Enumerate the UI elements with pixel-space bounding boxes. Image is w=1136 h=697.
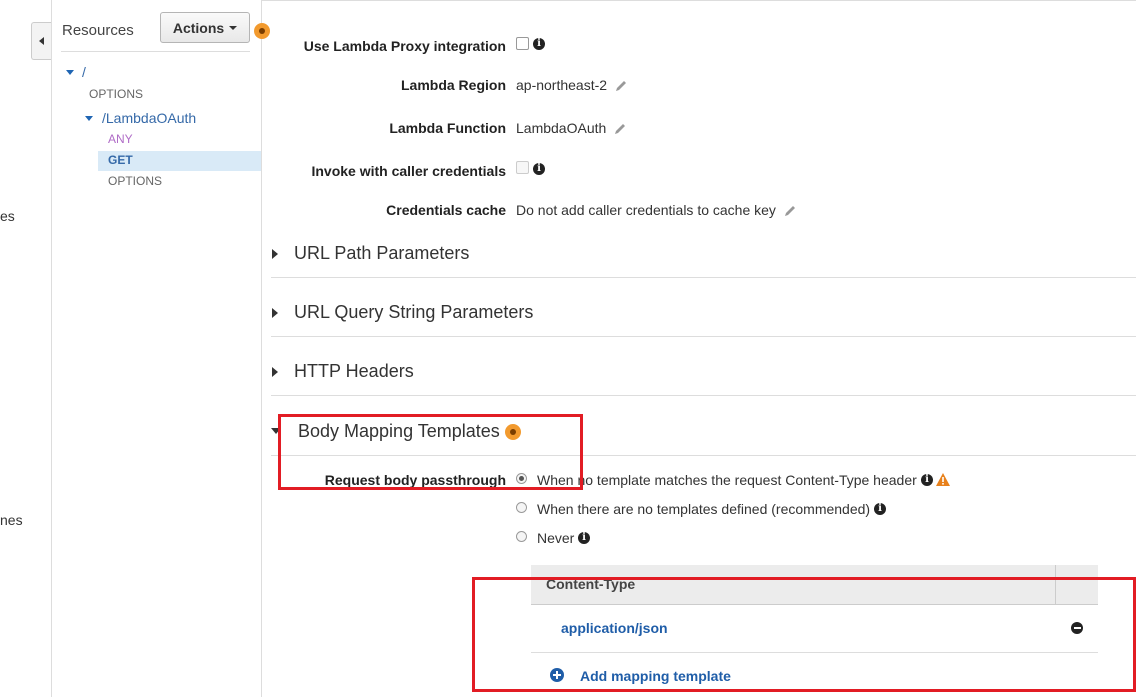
divider [271,336,1136,337]
tree-expand-icon[interactable] [85,116,93,121]
expand-caret-icon[interactable] [272,367,278,377]
expand-caret-icon[interactable] [272,249,278,259]
invoke-credentials-checkbox[interactable] [516,161,529,174]
divider [271,395,1136,396]
annotation-highlight-box [278,414,583,490]
lambda-region-value: ap-northeast-2 [516,77,608,93]
tree-expand-icon[interactable] [66,70,74,75]
left-navigation-strip [0,0,50,697]
tree-item-options[interactable]: OPTIONS [108,174,162,188]
credentials-cache-label: Credentials cache [386,202,506,218]
tree-item-get[interactable]: GET [108,153,133,167]
info-icon[interactable]: i [533,163,545,175]
divider [51,0,52,697]
caret-down-icon [229,25,238,30]
annotation-highlight-box [472,577,1136,692]
radio-label: When no template matches the request Con… [537,472,917,488]
section-url-query-parameters[interactable]: URL Query String Parameters [294,302,533,323]
collapse-panel-button[interactable] [31,22,51,60]
passthrough-radio-no-templates[interactable] [516,502,527,513]
lambda-region-label: Lambda Region [400,77,506,93]
info-icon[interactable]: i [533,38,545,50]
pencil-edit-icon[interactable] [614,79,628,93]
radio-label: Never [537,530,575,546]
help-dot-icon[interactable] [254,23,270,39]
expand-caret-icon[interactable] [272,308,278,318]
divider [271,277,1136,278]
section-http-headers[interactable]: HTTP Headers [294,361,414,382]
radio-label: When there are no templates defined (rec… [537,501,871,517]
proxy-integration-checkbox[interactable] [516,37,529,50]
section-url-path-parameters[interactable]: URL Path Parameters [294,243,469,264]
tree-item-any[interactable]: ANY [108,132,133,146]
warning-icon[interactable] [936,473,950,486]
pencil-edit-icon[interactable] [783,204,797,218]
divider [262,0,1136,1]
resources-title: Resources [62,22,134,39]
tree-item-lambdaoauth[interactable]: /LambdaOAuth [102,110,196,126]
nav-fragment-text: es [0,208,15,224]
proxy-integration-label: Use Lambda Proxy integration [303,38,506,54]
info-icon[interactable]: i [578,532,590,544]
nav-fragment-text: nes [0,512,23,528]
actions-button-label: Actions [172,19,225,36]
tree-item-root[interactable]: / [82,64,86,80]
divider [261,0,262,697]
credentials-cache-value: Do not add caller credentials to cache k… [516,202,776,218]
invoke-credentials-label: Invoke with caller credentials [311,163,506,179]
pencil-edit-icon[interactable] [613,122,627,136]
lambda-function-label: Lambda Function [389,120,506,136]
chevron-left-icon [39,37,44,45]
passthrough-radio-never[interactable] [516,531,527,542]
info-icon[interactable]: i [874,503,886,515]
info-icon[interactable]: i [921,474,933,486]
tree-item-root-options[interactable]: OPTIONS [89,87,143,101]
lambda-function-value: LambdaOAuth [516,120,607,136]
